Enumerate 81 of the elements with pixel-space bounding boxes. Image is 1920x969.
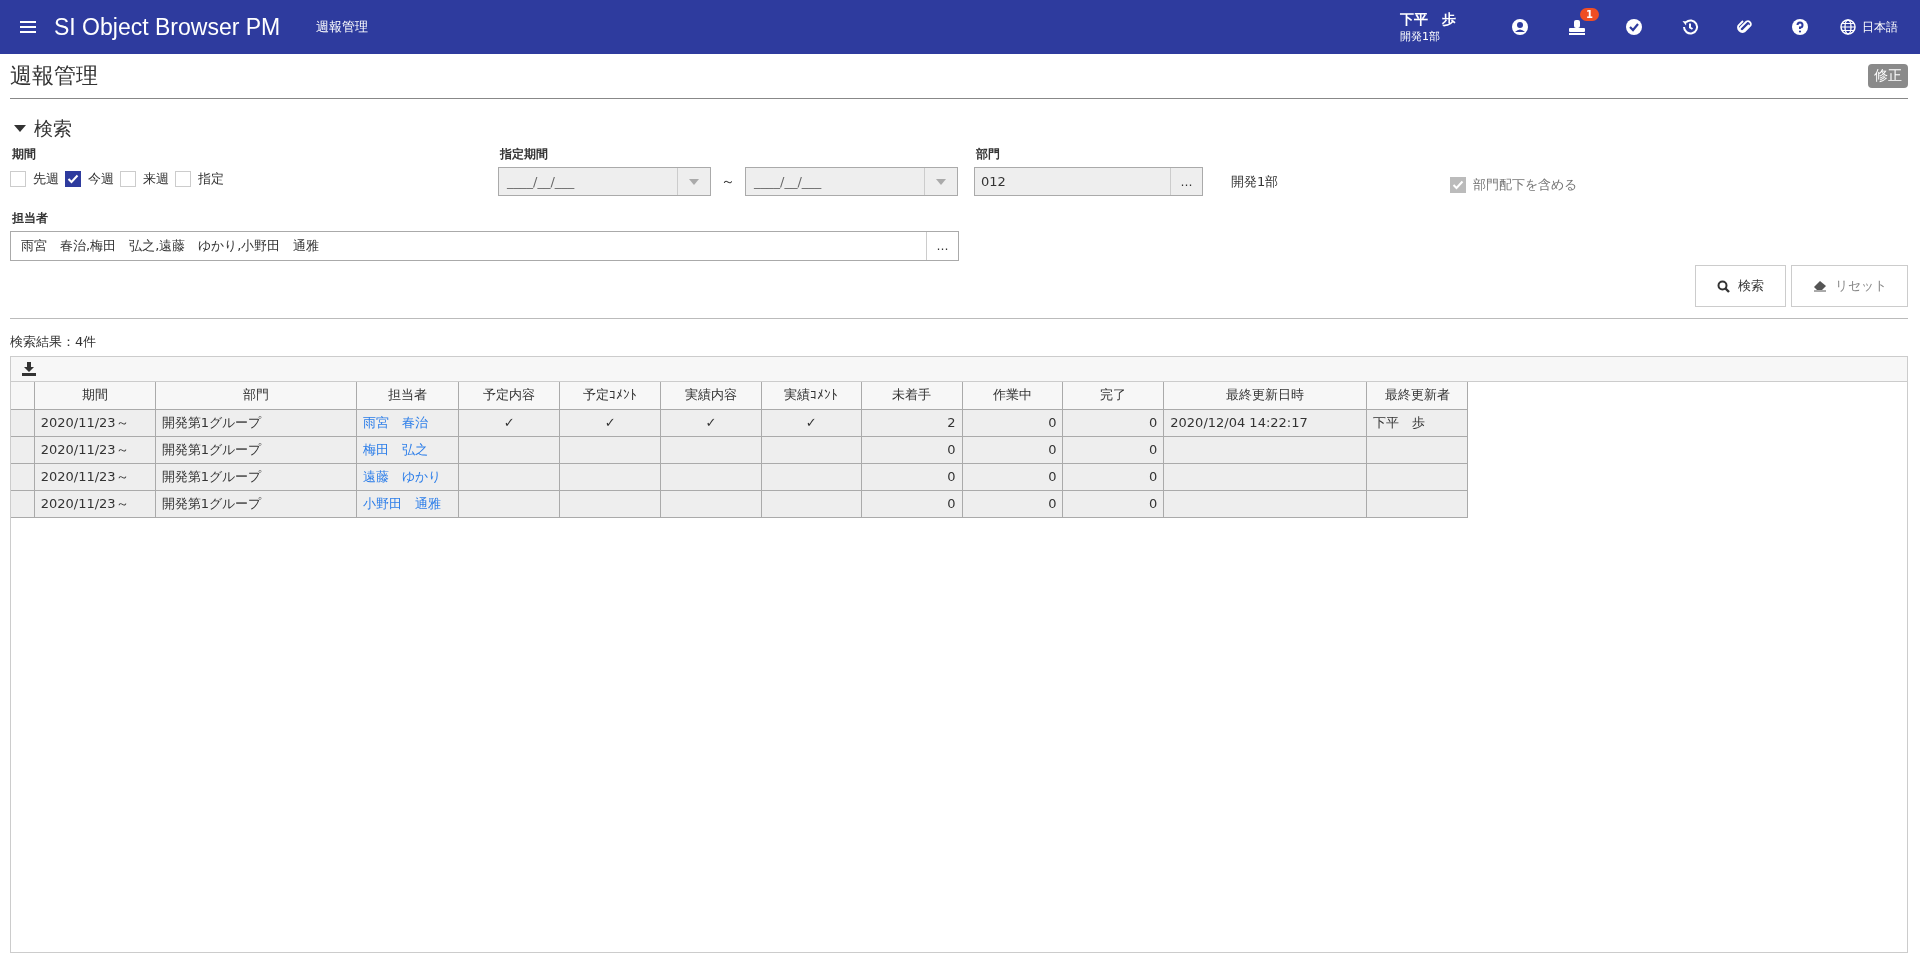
app-title: SI Object Browser PM (54, 13, 281, 41)
checkbox-label: 指定 (198, 170, 224, 188)
number-cell: 0 (861, 463, 963, 490)
number-cell: 0 (962, 409, 1063, 436)
number-cell: 0 (1062, 436, 1164, 463)
assignee-link[interactable]: 遠藤 ゆかり (356, 463, 459, 490)
check-mark-cell: ✓ (559, 409, 661, 436)
column-header: 完了 (1062, 382, 1164, 409)
help-icon[interactable] (1791, 18, 1809, 36)
column-header: 最終更新日時 (1163, 382, 1367, 409)
history-icon[interactable] (1681, 18, 1699, 36)
user-name: 下平 歩 (1400, 10, 1456, 29)
column-header: 部門 (155, 382, 357, 409)
number-cell: 0 (962, 490, 1063, 517)
notification-badge: 1 (1580, 8, 1599, 21)
field-label: 期間 (11, 146, 37, 163)
number-cell: 0 (962, 463, 1063, 490)
language-button[interactable]: 日本語 (1840, 18, 1898, 36)
eraser-icon (1812, 280, 1827, 292)
field-label: 担当者 (11, 210, 49, 227)
date-to-field[interactable]: ____/__/___ (745, 167, 958, 196)
search-icon (1717, 279, 1730, 293)
table-cell: 開発第1グループ (155, 490, 357, 517)
table-cell: 開発第1グループ (155, 463, 357, 490)
column-header: 予定内容 (458, 382, 560, 409)
range-separator: ～ (721, 172, 735, 191)
edit-button[interactable]: 修正 (1868, 64, 1908, 88)
field-label: 指定期間 (499, 146, 549, 163)
dropdown-arrow-icon (689, 178, 699, 185)
check-circle-icon[interactable] (1625, 18, 1643, 36)
number-cell: 0 (1062, 409, 1164, 436)
stamp-icon[interactable] (1567, 18, 1587, 36)
column-header: 作業中 (962, 382, 1063, 409)
user-profile-icon[interactable] (1511, 18, 1529, 36)
check-mark-cell: ✓ (458, 409, 560, 436)
assignee-link[interactable]: 小野田 通雅 (356, 490, 459, 517)
assignee-link[interactable]: 梅田 弘之 (356, 436, 459, 463)
number-cell: 2 (861, 409, 963, 436)
checkbox-label: 先週 (33, 170, 59, 188)
table-cell: 2020/11/23～ (34, 490, 156, 517)
column-header: 担当者 (356, 382, 459, 409)
number-cell: 0 (1062, 463, 1164, 490)
column-header: 最終更新者 (1366, 382, 1468, 409)
check-mark-cell: ✓ (761, 409, 862, 436)
column-header: 実績内容 (660, 382, 762, 409)
number-cell: 0 (962, 436, 1063, 463)
download-icon[interactable] (22, 362, 36, 376)
column-header: 実績ｺﾒﾝﾄ (761, 382, 862, 409)
column-header: 予定ｺﾒﾝﾄ (559, 382, 661, 409)
search-button[interactable]: 検索 (1695, 265, 1786, 307)
column-header: 未着手 (861, 382, 963, 409)
checkbox-label: 部門配下を含める (1473, 175, 1577, 194)
user-department: 開発1部 (1400, 28, 1441, 44)
dropdown-arrow-icon (936, 178, 946, 185)
paperclip-icon[interactable] (1737, 18, 1753, 36)
field-label: 部門 (975, 146, 1001, 163)
table-cell: 2020/12/04 14:22:17 (1163, 409, 1367, 436)
globe-icon (1840, 19, 1856, 35)
date-from-field[interactable]: ____/__/___ (498, 167, 711, 196)
number-cell: 0 (861, 490, 963, 517)
table-cell: 2020/11/23～ (34, 463, 156, 490)
assignee-link[interactable]: 雨宮 春治 (356, 409, 459, 436)
checkbox-label: 来週 (143, 170, 169, 188)
page-title: 週報管理 (10, 62, 98, 90)
department-name: 開発1部 (1231, 172, 1279, 191)
page-name: 週報管理 (316, 18, 369, 36)
check-mark-cell: ✓ (660, 409, 762, 436)
checkbox[interactable] (65, 171, 81, 187)
table-cell: 下平 歩 (1366, 409, 1468, 436)
table-cell: 2020/11/23～ (34, 409, 156, 436)
menu-icon[interactable] (20, 20, 36, 34)
table-cell: 2020/11/23～ (34, 436, 156, 463)
search-section-title: 検索 (34, 116, 72, 141)
result-count: 検索結果：4件 (10, 333, 98, 351)
column-header: 期間 (34, 382, 156, 409)
table-cell: 開発第1グループ (155, 409, 357, 436)
collapse-triangle-icon[interactable] (14, 125, 26, 133)
table-cell: 開発第1グループ (155, 436, 357, 463)
number-cell: 0 (861, 436, 963, 463)
number-cell: 0 (1062, 490, 1164, 517)
checkbox-label: 今週 (88, 170, 114, 188)
